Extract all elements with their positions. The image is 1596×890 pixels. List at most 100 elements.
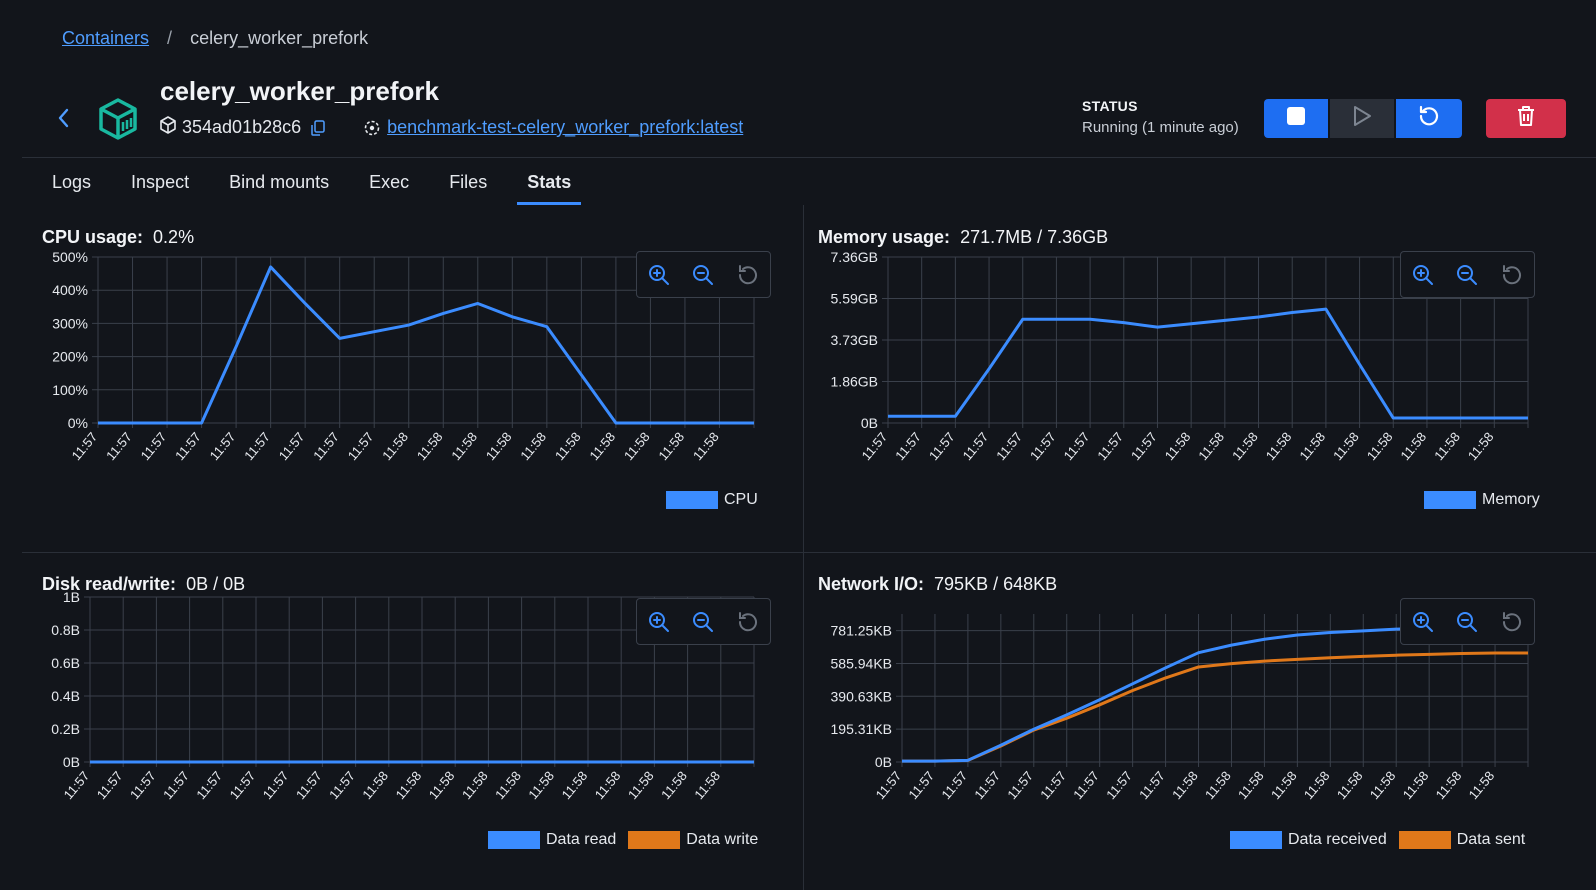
zoom-out-icon[interactable] — [1454, 609, 1480, 635]
legend-item-data-read[interactable]: Data read — [488, 831, 616, 849]
x-tick-label: 11:58 — [1433, 768, 1465, 802]
zoom-in-icon[interactable] — [646, 262, 672, 288]
x-tick-label: 11:57 — [310, 429, 342, 463]
x-tick-label: 11:57 — [1136, 768, 1168, 802]
x-tick-label: 11:57 — [207, 429, 239, 463]
x-tick-label: 11:58 — [552, 429, 584, 463]
tab-bind-mounts[interactable]: Bind mounts — [229, 172, 329, 205]
legend-item-data-received[interactable]: Data received — [1230, 831, 1387, 849]
x-tick-label: 11:57 — [993, 429, 1025, 463]
x-tick-label: 11:57 — [905, 768, 937, 802]
cpu-legend: CPU — [654, 491, 758, 509]
network-zoom-controls — [1400, 598, 1535, 645]
x-tick-label: 11:58 — [1169, 768, 1201, 802]
x-tick-label: 11:58 — [586, 429, 618, 463]
x-tick-label: 11:58 — [1465, 429, 1497, 463]
zoom-in-icon[interactable] — [1410, 609, 1436, 635]
x-tick-label: 11:58 — [448, 429, 480, 463]
zoom-out-icon[interactable] — [690, 609, 716, 635]
play-icon — [1352, 105, 1372, 132]
legend-item-memory[interactable]: Memory — [1424, 491, 1540, 509]
y-tick-label: 500% — [52, 249, 88, 265]
tab-files[interactable]: Files — [449, 172, 487, 205]
legend-item-data-write[interactable]: Data write — [628, 831, 758, 849]
x-tick-label: 11:58 — [625, 768, 657, 802]
restart-icon — [1418, 105, 1440, 132]
y-tick-label: 7.36GB — [831, 249, 878, 265]
y-tick-label: 195.31KB — [831, 721, 893, 737]
x-tick-label: 11:57 — [160, 768, 192, 802]
reset-zoom-icon[interactable] — [735, 262, 761, 288]
stop-icon — [1286, 106, 1306, 131]
x-tick-label: 11:57 — [94, 768, 126, 802]
copy-icon[interactable] — [311, 119, 325, 136]
x-tick-label: 11:57 — [227, 768, 259, 802]
x-tick-label: 11:57 — [172, 429, 204, 463]
x-tick-label: 11:58 — [459, 768, 491, 802]
x-tick-label: 11:57 — [260, 768, 292, 802]
tab-stats[interactable]: Stats — [517, 172, 582, 205]
delete-button[interactable] — [1486, 99, 1566, 138]
breadcrumb-containers-link[interactable]: Containers — [62, 28, 149, 48]
memory-legend: Memory — [1412, 491, 1540, 509]
x-tick-label: 11:57 — [241, 429, 273, 463]
stop-button[interactable] — [1264, 99, 1328, 138]
reset-zoom-icon[interactable] — [1499, 262, 1525, 288]
x-tick-label: 11:57 — [1061, 429, 1093, 463]
y-tick-label: 0% — [68, 415, 88, 431]
x-tick-label: 11:57 — [892, 429, 924, 463]
y-tick-label: 1B — [63, 589, 80, 605]
status-value: Running (1 minute ago) — [1082, 119, 1239, 136]
legend-item-cpu[interactable]: CPU — [666, 491, 758, 509]
disk-legend: Data read Data write — [476, 831, 758, 849]
reset-zoom-icon[interactable] — [735, 609, 761, 635]
x-tick-label: 11:58 — [1195, 429, 1227, 463]
x-tick-label: 11:58 — [1364, 429, 1396, 463]
image-link[interactable]: benchmark-test-celery_worker_prefork:lat… — [387, 117, 743, 138]
cube-icon — [160, 116, 176, 139]
zoom-out-icon[interactable] — [690, 262, 716, 288]
zoom-in-icon[interactable] — [646, 609, 672, 635]
series-line — [888, 307, 1528, 420]
back-chevron-icon[interactable] — [54, 106, 74, 130]
legend-label: Data write — [686, 831, 759, 848]
x-tick-label: 11:58 — [1301, 768, 1333, 802]
zoom-in-icon[interactable] — [1410, 262, 1436, 288]
tab-exec[interactable]: Exec — [369, 172, 409, 205]
legend-swatch — [1424, 491, 1476, 509]
legend-item-data-sent[interactable]: Data sent — [1398, 831, 1526, 849]
x-tick-label: 11:58 — [1466, 768, 1498, 802]
x-tick-label: 11:58 — [1367, 768, 1399, 802]
legend-label: Data sent — [1456, 831, 1526, 848]
x-tick-label: 11:58 — [658, 768, 690, 802]
tab-inspect[interactable]: Inspect — [131, 172, 189, 205]
x-tick-label: 11:57 — [326, 768, 358, 802]
reset-zoom-icon[interactable] — [1499, 609, 1525, 635]
x-tick-label: 11:57 — [971, 768, 1003, 802]
legend-swatch — [1230, 831, 1282, 849]
tab-logs[interactable]: Logs — [52, 172, 91, 205]
y-tick-label: 0.6B — [51, 655, 80, 671]
x-tick-label: 11:58 — [621, 429, 653, 463]
y-tick-label: 0B — [861, 415, 878, 431]
breadcrumb-current: celery_worker_prefork — [190, 28, 369, 48]
restart-button[interactable] — [1396, 99, 1462, 138]
legend-label: Memory — [1482, 491, 1540, 508]
x-tick-label: 11:58 — [1162, 429, 1194, 463]
cpu-panel: CPU usage: 0.2% 0% 100% 200% 300% 400% 500% 11… — [22, 205, 802, 539]
x-tick-label: 11:57 — [1070, 768, 1102, 802]
zoom-out-icon[interactable] — [1454, 262, 1480, 288]
x-tick-label: 11:58 — [1268, 768, 1300, 802]
legend-swatch — [1398, 831, 1451, 849]
x-tick-label: 11:58 — [592, 768, 624, 802]
y-tick-label: 400% — [52, 282, 88, 298]
x-tick-label: 11:57 — [69, 429, 101, 463]
start-button[interactable] — [1330, 99, 1394, 138]
series-line — [902, 626, 1528, 763]
breadcrumb-separator: / — [167, 28, 173, 48]
x-tick-label: 11:57 — [1094, 429, 1126, 463]
breadcrumb: Containers / celery_worker_prefork — [62, 28, 368, 49]
y-tick-label: 781.25KB — [831, 623, 893, 639]
x-tick-label: 11:58 — [1334, 768, 1366, 802]
x-tick-label: 11:58 — [691, 768, 723, 802]
